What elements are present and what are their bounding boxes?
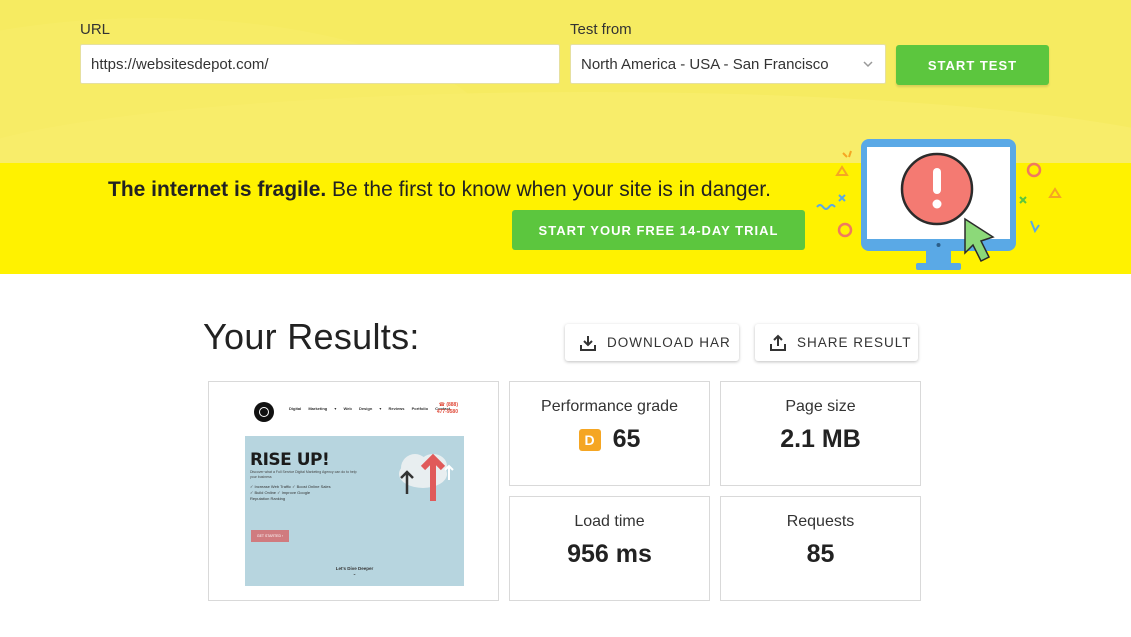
start-test-button[interactable]: START TEST <box>896 45 1049 85</box>
share-result-label: SHARE RESULT <box>797 335 912 350</box>
cloud-upload-icon <box>399 453 454 501</box>
thumb-phone-line2: 477-9580 <box>436 409 458 415</box>
thumb-phone-line1: ☎ (888) <box>438 402 458 408</box>
page-screenshot: Digital Marketing ▾ Web Design ▾ Reviews… <box>245 398 464 586</box>
requests-value: 85 <box>806 540 835 568</box>
url-input[interactable] <box>80 44 560 84</box>
test-from-label: Test from <box>570 21 632 38</box>
performance-grade-card: Performance grade D 65 <box>509 381 710 486</box>
thumb-subtext: Discover what a Full Service Digital Mar… <box>250 470 357 479</box>
download-har-button[interactable]: DOWNLOAD HAR <box>565 324 739 361</box>
load-time-label: Load time <box>574 513 645 530</box>
promo-bold-text: The internet is fragile. <box>108 178 327 201</box>
promo-text: The internet is fragile. Be the first to… <box>108 178 771 202</box>
test-location-select[interactable]: North America - USA - San Francisco <box>570 44 886 84</box>
free-trial-button[interactable]: START YOUR FREE 14-DAY TRIAL <box>512 210 805 250</box>
thumb-headline: RISE UP! <box>250 450 330 470</box>
page-size-label: Page size <box>785 398 856 415</box>
page-screenshot-card: Digital Marketing ▾ Web Design ▾ Reviews… <box>208 381 499 601</box>
requests-card: Requests 85 <box>720 496 921 601</box>
results-title: Your Results: <box>203 316 420 357</box>
thumb-footer-text: Let's Dive Deeper ⌄ <box>245 566 464 577</box>
thumb-cta-button: GET STARTED › <box>251 530 289 542</box>
share-icon <box>770 334 786 351</box>
performance-grade-label: Performance grade <box>541 398 678 415</box>
load-time-value: 956 ms <box>567 540 652 568</box>
load-time-card: Load time 956 ms <box>509 496 710 601</box>
thumb-checklist: ✓ Increase Web Traffic ✓ Boost Online Sa… <box>250 484 331 502</box>
test-location-value: North America - USA - San Francisco <box>581 55 829 73</box>
thumb-navbar: Digital Marketing ▾ Web Design ▾ Reviews… <box>245 398 464 436</box>
thumb-check-row: Reputation Ranking <box>250 496 286 501</box>
page-size-value: 2.1 MB <box>780 425 861 453</box>
monitor-alert-icon <box>816 139 1062 270</box>
chevron-down-icon: ⌄ <box>352 571 357 576</box>
share-result-button[interactable]: SHARE RESULT <box>755 324 918 361</box>
page-size-card: Page size 2.1 MB <box>720 381 921 486</box>
promo-rest-text: Be the first to know when your site is i… <box>326 178 771 201</box>
download-icon <box>580 335 596 351</box>
download-har-label: DOWNLOAD HAR <box>607 335 731 350</box>
performance-score: 65 <box>612 425 641 453</box>
thumb-nav-items: Digital Marketing ▾ Web Design ▾ Reviews… <box>289 406 451 411</box>
performance-grade-value: D 65 <box>510 425 709 454</box>
chevron-down-icon <box>863 61 873 68</box>
requests-label: Requests <box>786 513 855 530</box>
url-label: URL <box>80 21 111 38</box>
grade-badge: D <box>578 428 601 451</box>
thumb-logo <box>254 402 274 422</box>
thumb-phone: ☎ (888) 477-9580 <box>437 402 458 416</box>
